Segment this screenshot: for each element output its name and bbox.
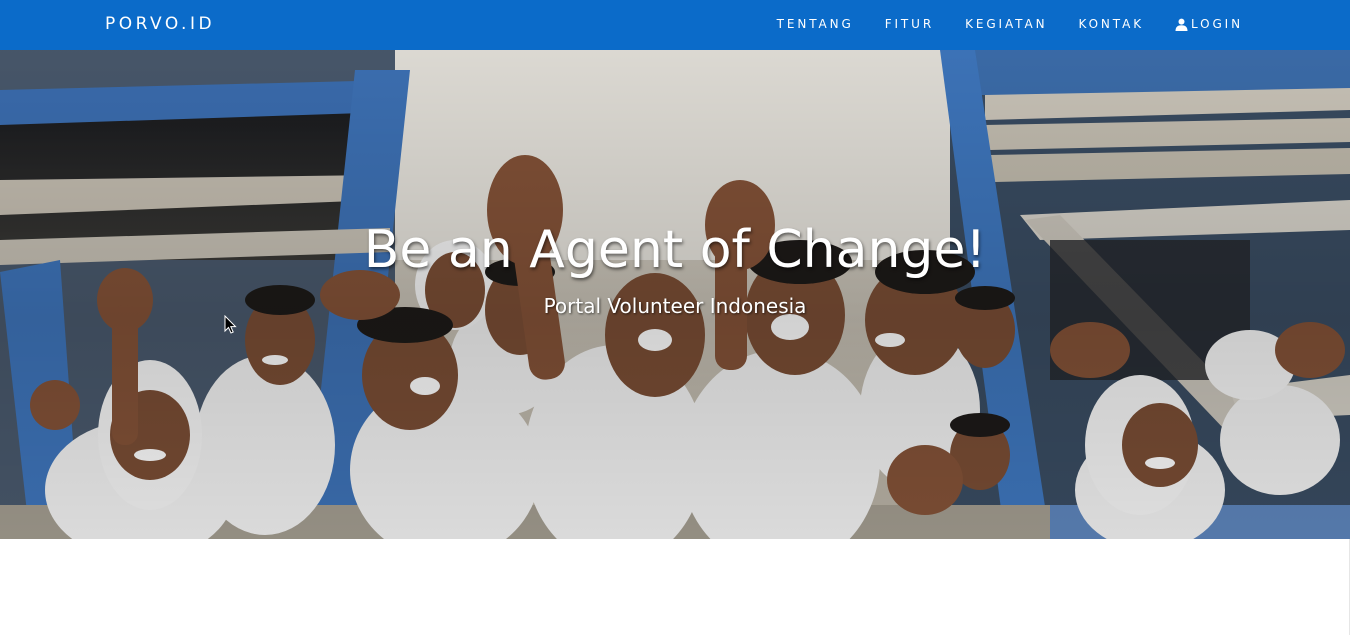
nav-item-login[interactable]: LOGIN xyxy=(1175,17,1243,32)
mouse-cursor-icon xyxy=(224,315,237,334)
hero-banner: Be an Agent of Change! Portal Volunteer … xyxy=(0,50,1350,539)
nav-item-kegiatan[interactable]: KEGIATAN xyxy=(965,17,1047,32)
page-content-area xyxy=(0,539,1350,635)
brand-logo[interactable]: PORVO.ID xyxy=(105,13,215,35)
nav-item-tentang[interactable]: TENTANG xyxy=(777,17,854,32)
hero-title: Be an Agent of Change! xyxy=(363,220,987,280)
nav-item-fitur[interactable]: FITUR xyxy=(885,17,934,32)
nav-item-login-label: LOGIN xyxy=(1190,17,1243,31)
nav-menu: TENTANG FITUR KEGIATAN KONTAK LOGIN xyxy=(777,17,1243,32)
navbar: PORVO.ID TENTANG FITUR KEGIATAN KONTAK L… xyxy=(0,0,1350,50)
user-icon xyxy=(1175,18,1188,31)
hero-subtitle: Portal Volunteer Indonesia xyxy=(543,294,807,318)
nav-item-kontak[interactable]: KONTAK xyxy=(1078,17,1144,32)
